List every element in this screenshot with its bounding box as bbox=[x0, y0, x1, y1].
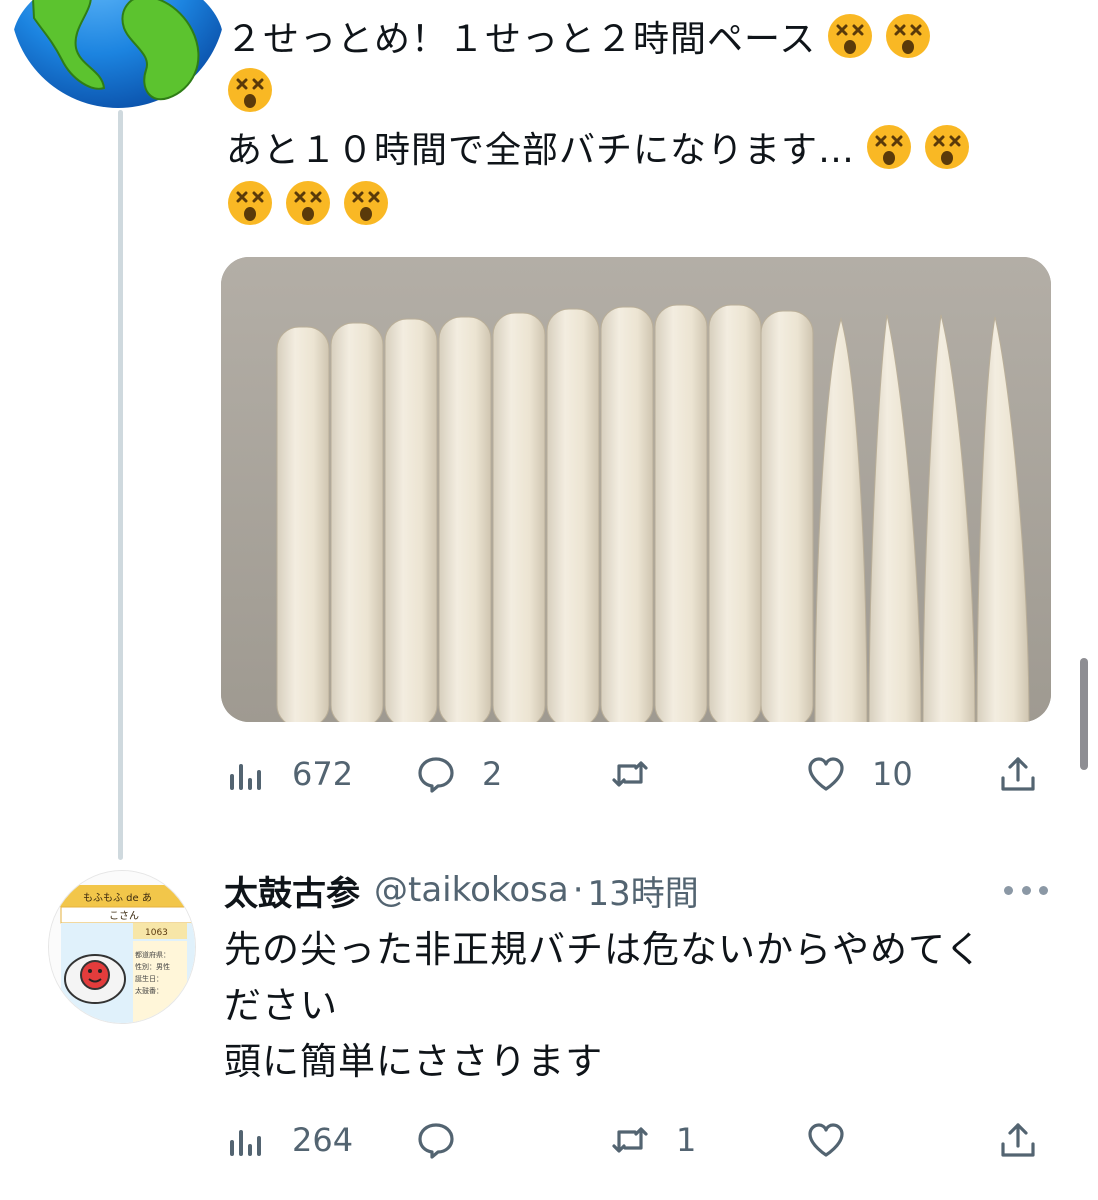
tweet2-header: 太鼓古参 @taikokosa · 13時間 bbox=[224, 864, 699, 916]
like-button[interactable] bbox=[806, 1110, 872, 1170]
heart-icon bbox=[808, 757, 844, 791]
svg-text:こさん: こさん bbox=[109, 910, 139, 922]
globe-icon bbox=[12, 0, 224, 108]
tweet1-line-4 bbox=[226, 176, 390, 230]
svg-text:もふもふ de あ: もふもふ de あ bbox=[83, 892, 152, 904]
more-options-button[interactable] bbox=[1004, 870, 1048, 910]
reply-icon bbox=[418, 757, 454, 793]
tweet2-text-3: 頭に簡単にささります bbox=[224, 1040, 604, 1083]
tweet1-line-2 bbox=[226, 63, 274, 117]
retweet-button[interactable]: 1 bbox=[610, 1110, 696, 1170]
views-stat[interactable]: 672 bbox=[226, 744, 353, 804]
share-button[interactable] bbox=[998, 744, 1038, 804]
tweet2-text-1: 先の尖った非正規バチは危ないからやめてく bbox=[224, 928, 983, 971]
separator-dot: · bbox=[572, 870, 584, 910]
retweet-icon bbox=[612, 1127, 648, 1153]
more-icon bbox=[1039, 885, 1048, 895]
tweet1-text-3: あと１０時間で全部バチになります… bbox=[226, 130, 856, 171]
dizzy-face-emoji bbox=[886, 14, 931, 58]
avatar-taikokosa[interactable]: もふもふ de あ こさん 1063 都道府県： 性別：男性 誕生日： 太鼓番： bbox=[48, 870, 196, 1024]
retweet-count: 1 bbox=[676, 1121, 697, 1159]
views-icon bbox=[230, 1130, 261, 1156]
dizzy-face-emoji bbox=[286, 181, 330, 225]
dizzy-face-emoji bbox=[344, 181, 388, 225]
thread-connector-line bbox=[118, 110, 123, 860]
more-icon bbox=[1004, 885, 1013, 895]
views-stat[interactable]: 264 bbox=[226, 1110, 353, 1170]
svg-text:1063: 1063 bbox=[145, 928, 168, 938]
dizzy-face-emoji bbox=[228, 181, 272, 225]
like-button[interactable]: 10 bbox=[806, 744, 913, 804]
dizzy-face-emoji bbox=[925, 125, 970, 169]
tweet1-action-bar: 672 2 10 bbox=[226, 744, 1056, 804]
dizzy-face-emoji bbox=[228, 68, 272, 112]
dizzy-face-emoji bbox=[867, 125, 912, 169]
reply-icon bbox=[418, 1123, 454, 1159]
svg-text:誕生日：: 誕生日： bbox=[135, 974, 163, 983]
svg-text:都道府県：: 都道府県： bbox=[135, 950, 170, 959]
avatar-globe[interactable] bbox=[12, 0, 224, 118]
heart-icon bbox=[808, 1123, 844, 1157]
svg-text:太鼓番：: 太鼓番： bbox=[135, 986, 163, 995]
tweet1-photo[interactable] bbox=[221, 257, 1051, 722]
reply-button[interactable] bbox=[416, 1110, 482, 1170]
tweet2-text-2: ださい bbox=[224, 984, 338, 1027]
reply-count: 2 bbox=[482, 755, 503, 793]
retweet-icon bbox=[612, 761, 648, 787]
scrollbar[interactable] bbox=[1080, 658, 1088, 770]
dizzy-face-emoji bbox=[828, 14, 873, 58]
reply-button[interactable]: 2 bbox=[416, 744, 502, 804]
player-card-avatar: もふもふ de あ こさん 1063 都道府県： 性別：男性 誕生日： 太鼓番： bbox=[49, 871, 195, 1023]
handle[interactable]: @taikokosa bbox=[374, 870, 569, 910]
share-icon bbox=[1001, 757, 1035, 791]
tweet2-action-bar: 264 1 bbox=[226, 1110, 1056, 1170]
drumsticks-photo bbox=[221, 257, 1051, 722]
retweet-button[interactable] bbox=[610, 744, 676, 804]
share-icon bbox=[1001, 1123, 1035, 1157]
svg-text:性別：男性: 性別：男性 bbox=[135, 962, 170, 971]
views-count: 672 bbox=[292, 755, 354, 793]
share-button[interactable] bbox=[998, 1110, 1038, 1170]
more-icon bbox=[1021, 885, 1031, 895]
tweet1-text-1: ２せっとめ！１せっと２時間ペース bbox=[226, 19, 817, 60]
like-count: 10 bbox=[872, 755, 913, 793]
display-name[interactable]: 太鼓古参 bbox=[224, 866, 360, 915]
tweet1-line-1: ２せっとめ！１せっと２時間ペース bbox=[226, 9, 932, 63]
tweet1-line-3: あと１０時間で全部バチになります… bbox=[226, 120, 971, 174]
timestamp[interactable]: 13時間 bbox=[588, 866, 699, 915]
views-icon bbox=[230, 764, 261, 790]
views-count: 264 bbox=[292, 1121, 354, 1159]
